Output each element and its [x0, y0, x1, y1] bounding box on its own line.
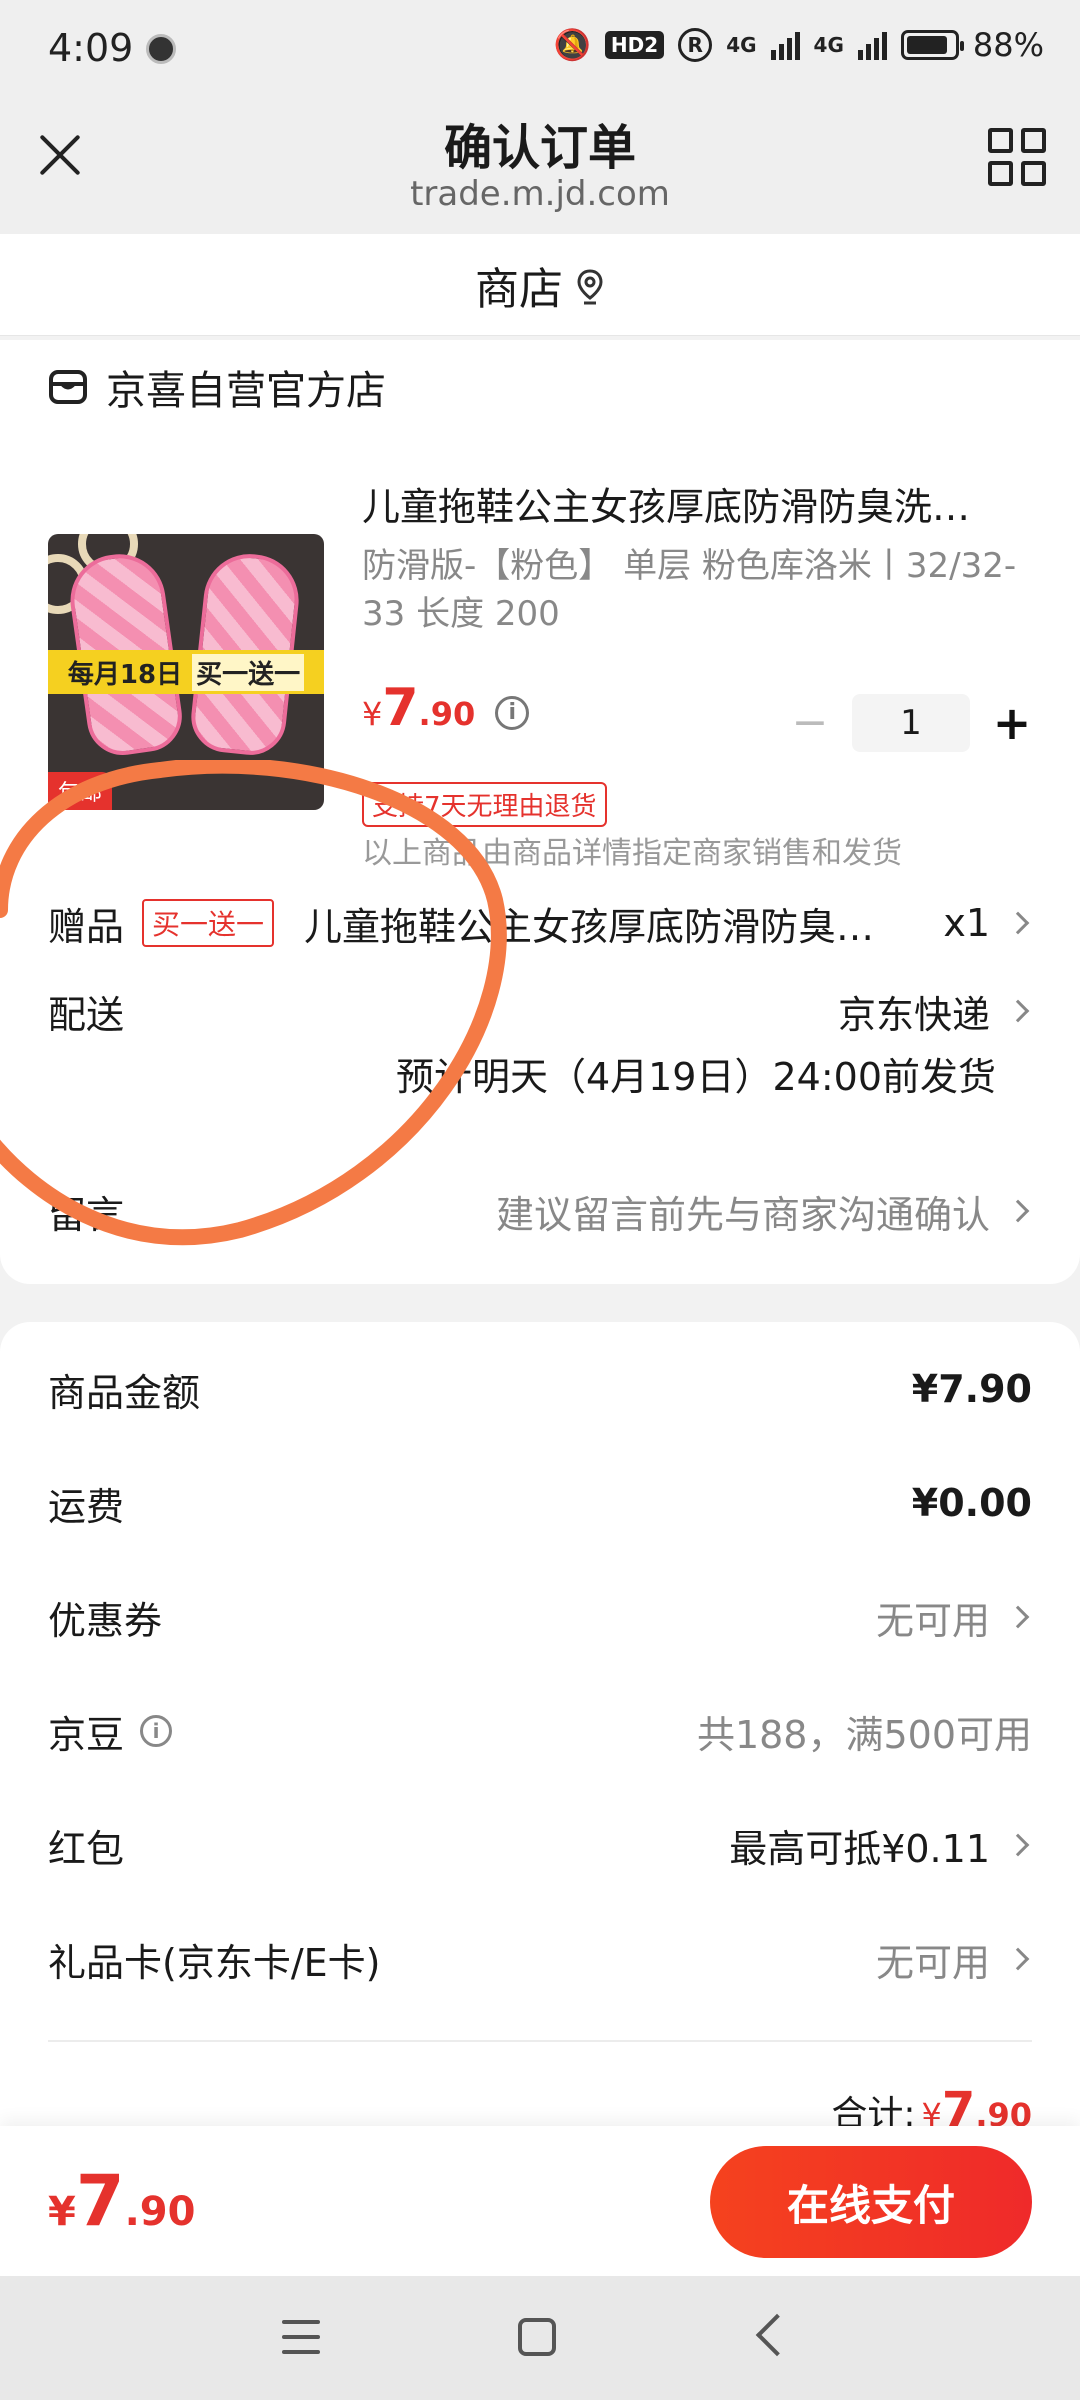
order-card: 京喜自营官方店 每月18日 买一送一 包邮 儿童拖鞋公主女孩厚底防滑防臭洗… 防…: [0, 340, 1080, 1284]
shop-icon: [48, 369, 88, 405]
home-icon[interactable]: [518, 2318, 556, 2356]
status-bar: 4:09 🔕 HD2 R 4G 4G 88%: [0, 0, 1080, 96]
image-promo-a: 每月18日: [67, 659, 183, 690]
seller-note: 以上商品由商品详情指定商家销售和发货: [362, 836, 902, 871]
product-image[interactable]: 每月18日 买一送一 包邮: [48, 534, 324, 810]
shop-name: 京喜自营官方店: [106, 368, 386, 414]
message-label: 留言: [48, 1192, 125, 1237]
pay-integer: 7: [75, 2160, 125, 2242]
network-type-1: 4G: [726, 33, 757, 57]
shop-row[interactable]: 京喜自营官方店: [48, 358, 386, 416]
summary-label: 京豆: [48, 1712, 125, 1757]
hd-icon: HD2: [604, 31, 665, 59]
battery-icon: [900, 30, 964, 60]
pay-decimal: .90: [124, 2189, 196, 2235]
summary-value: ¥0.00: [911, 1481, 1032, 1525]
summary-row-redpacket[interactable]: 红包 最高可抵¥0.11: [48, 1810, 1032, 1880]
image-promo-strip: 每月18日 买一送一: [48, 650, 324, 694]
gift-name: 儿童拖鞋公主女孩厚底防滑防臭…: [304, 904, 875, 949]
chevron-right-icon: [1006, 911, 1030, 935]
free-shipping-badge: 包邮: [48, 772, 113, 810]
summary-row-coupon[interactable]: 优惠券 无可用: [48, 1582, 1032, 1652]
chevron-right-icon: [1006, 1605, 1030, 1629]
summary-row-shipping: 运费 ¥0.00: [48, 1468, 1032, 1538]
chevron-right-icon: [1006, 999, 1030, 1023]
price-decimal: .90: [418, 695, 476, 733]
gift-label: 赠品: [48, 904, 125, 949]
status-time: 4:09: [48, 26, 134, 70]
chevron-right-icon: [1006, 1947, 1030, 1971]
summary-row-giftcard[interactable]: 礼品卡(京东卡/E卡) 无可用: [48, 1924, 1032, 1994]
chevron-right-icon: [1006, 1833, 1030, 1857]
jingdou-info-icon[interactable]: i: [140, 1715, 173, 1747]
summary-label: 红包: [48, 1826, 125, 1871]
recent-apps-icon[interactable]: [282, 2320, 320, 2354]
chevron-right-icon: [1006, 1199, 1030, 1223]
store-banner[interactable]: 商店: [0, 234, 1080, 336]
notification-icon: [146, 34, 176, 64]
delivery-label: 配送: [48, 992, 125, 1037]
delivery-row[interactable]: 配送 京东快递: [48, 976, 1032, 1046]
decrease-button[interactable]: −: [790, 701, 830, 745]
battery-level: [906, 36, 948, 54]
pay-price: ¥ 7 .90: [48, 2160, 195, 2242]
product-title[interactable]: 儿童拖鞋公主女孩厚底防滑防臭洗…: [362, 476, 1032, 531]
quantity-value[interactable]: 1: [852, 694, 970, 752]
summary-value: 无可用: [875, 1598, 990, 1643]
summary-row-jingdou: 京豆 i 共188，满500可用: [48, 1696, 1032, 1766]
page-title: 确认订单: [443, 120, 636, 176]
product-price: ¥ 7 .90 i: [362, 678, 530, 738]
status-icons: 🔕 HD2 R 4G 4G 88%: [554, 26, 1044, 64]
delivery-eta: 预计明天（4月19日）24:00前发货: [395, 1055, 996, 1099]
summary-value: 无可用: [875, 1940, 990, 1985]
price-currency: ¥: [362, 695, 383, 733]
gift-row[interactable]: 赠品 买一送一 儿童拖鞋公主女孩厚底防滑防臭… x1: [48, 888, 1032, 958]
page-url: trade.m.jd.com: [410, 174, 670, 214]
battery-percent: 88%: [972, 26, 1044, 64]
message-row[interactable]: 留言 建议留言前先与商家沟通确认: [48, 1176, 1032, 1246]
summary-row-goods: 商品金额 ¥7.90: [48, 1354, 1032, 1424]
quantity-stepper: − 1 +: [790, 694, 1032, 752]
gift-tag: 买一送一: [142, 899, 275, 947]
mute-icon: 🔕: [553, 27, 591, 63]
divider: [48, 2040, 1032, 2042]
return-policy-tag: 支持7天无理由退货: [362, 782, 607, 827]
network-type-2: 4G: [813, 33, 844, 57]
image-promo-b: 买一送一: [192, 653, 305, 691]
summary-label: 运费: [48, 1484, 125, 1529]
page-header: 确认订单 trade.m.jd.com: [0, 96, 1080, 234]
grid-menu-icon[interactable]: [988, 128, 1046, 186]
signal-icon: [770, 30, 800, 60]
price-integer: 7: [382, 678, 419, 738]
summary-value: 最高可抵¥0.11: [729, 1826, 990, 1871]
summary-label: 优惠券: [48, 1598, 163, 1643]
summary-value: 共188，满500可用: [696, 1712, 1032, 1757]
roaming-icon: R: [678, 28, 713, 62]
summary-label: 礼品卡(京东卡/E卡): [48, 1940, 381, 1985]
pay-bar: ¥ 7 .90 在线支付: [0, 2126, 1080, 2276]
summary-label: 商品金额: [48, 1370, 201, 1415]
message-input[interactable]: 建议留言前先与商家沟通确认: [496, 1184, 990, 1239]
price-info-icon[interactable]: i: [495, 695, 530, 730]
delivery-carrier: 京东快递: [837, 992, 990, 1037]
product-spec: 防滑版-【粉色】 单层 粉色库洛米丨32/32-33 长度 200: [362, 546, 1017, 634]
store-banner-label: 商店: [475, 263, 563, 315]
back-icon[interactable]: [755, 2313, 799, 2357]
pay-online-button[interactable]: 在线支付: [710, 2146, 1032, 2258]
location-pin-icon: [575, 266, 605, 304]
pay-currency: ¥: [48, 2189, 76, 2235]
system-nav-bar: [0, 2276, 1080, 2400]
increase-button[interactable]: +: [992, 700, 1032, 746]
gift-quantity: x1: [943, 901, 990, 945]
signal-icon-2: [857, 30, 887, 60]
summary-value: ¥7.90: [911, 1367, 1032, 1411]
